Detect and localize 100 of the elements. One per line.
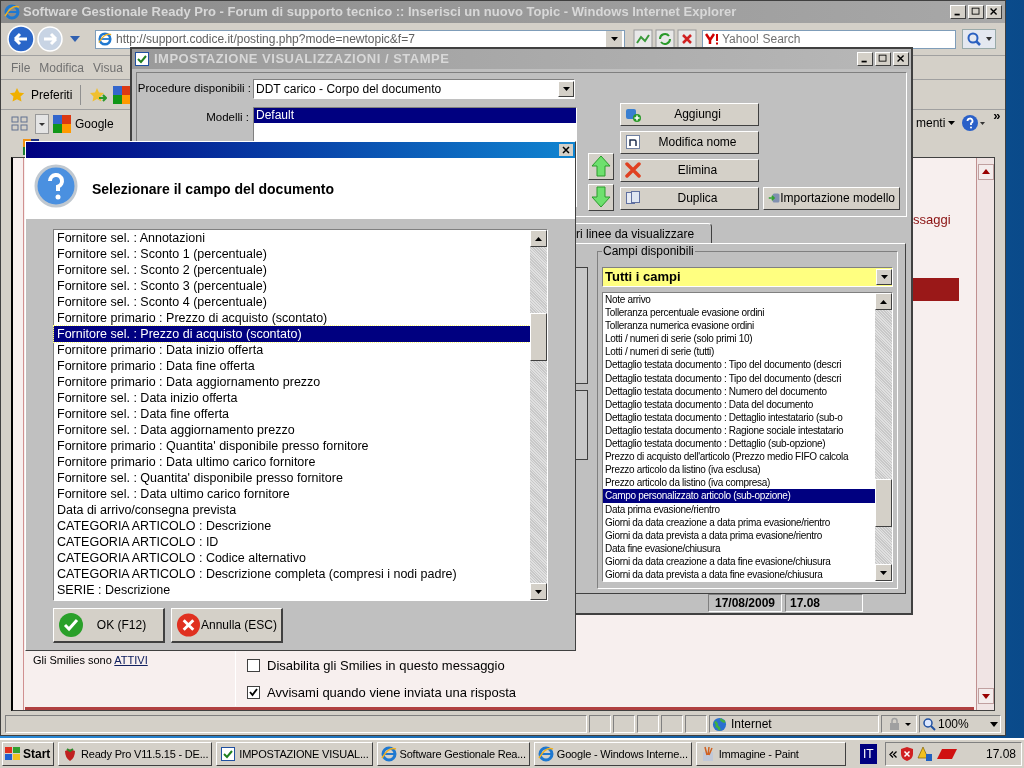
google-icon[interactable] — [113, 85, 132, 104]
field-item[interactable]: Giorni da data prevista a data prima evasione/rientro — [603, 528, 875, 542]
field-item[interactable]: Giorni da data creazione a data prima evasione/rientro — [603, 515, 875, 529]
start-button[interactable]: Start — [2, 742, 54, 766]
list-item[interactable]: Fornitore sel. : Sconto 1 (percentuale) — [54, 246, 530, 262]
scroll-up-button[interactable] — [875, 293, 892, 310]
field-item[interactable]: Tolleranza numerica evasione ordini — [603, 319, 875, 333]
scroll-down-button[interactable] — [875, 564, 892, 581]
action-button[interactable]: Aggiungi — [620, 102, 759, 126]
field-item[interactable]: Note arrivo — [603, 293, 875, 307]
close-icon[interactable] — [893, 51, 909, 66]
address-field[interactable]: http://support.codice.it/posting.php?mode=newtopic&f=7 — [95, 29, 625, 49]
filter-select[interactable]: Tutti i campi — [602, 267, 893, 287]
field-item[interactable]: Dettaglio testata documento : Tipo del documento (descri — [603, 358, 875, 372]
field-item[interactable]: Prezzo articolo da listino (iva compresa) — [603, 476, 875, 490]
tab[interactable]: ri linee da visualizzare — [573, 223, 712, 243]
field-item[interactable]: Lotti / numeri di serie (solo primi 10) — [603, 332, 875, 346]
field-item[interactable]: Giorni da data creazione a data fine evasione/chiusura — [603, 554, 875, 568]
dropdown-button[interactable] — [606, 30, 622, 48]
scroll-down-icon[interactable] — [977, 688, 994, 704]
field-item[interactable]: Dettaglio testata documento : Numero del documento — [603, 384, 875, 398]
taskbar-button[interactable]: Software Gestionale Rea... — [376, 742, 530, 766]
dropdown-button[interactable] — [558, 80, 574, 97]
list-item[interactable]: CATEGORIA ARTICOLO : Descrizione completa (compresi i nodi padre) — [54, 566, 530, 582]
checkbox[interactable] — [247, 685, 260, 699]
action-button[interactable]: Elimina — [620, 158, 759, 182]
smilies-link[interactable]: ATTIVI — [114, 654, 148, 666]
favorites-button[interactable]: Preferiti — [31, 85, 73, 104]
taskbar-button[interactable]: Google - Windows Interne... — [533, 742, 692, 766]
caret-icon[interactable] — [948, 121, 956, 125]
search-field[interactable]: Yahoo! Search — [722, 30, 953, 48]
zoom-icon[interactable] — [922, 717, 936, 731]
double-chevron-icon[interactable] — [888, 750, 897, 758]
field-item[interactable]: Dettaglio testata documento : Data del documento — [603, 397, 875, 411]
scroll-up-button[interactable] — [530, 230, 547, 247]
move-down-button[interactable] — [588, 183, 614, 211]
list-item[interactable]: Fornitore sel. : Data aggiornamento prezzo — [54, 422, 530, 438]
field-item[interactable]: Giorni da data prevista a data fine evasione/chiusura — [603, 567, 875, 582]
field-item[interactable]: Tolleranza percentuale evasione ordini — [603, 306, 875, 320]
graphics-driver-icon[interactable] — [935, 748, 958, 760]
more-chevron[interactable]: » — [993, 106, 1001, 126]
scrollbar[interactable] — [530, 230, 547, 600]
language-indicator[interactable]: IT — [859, 744, 877, 764]
field-item[interactable]: Lotti / numeri di serie (tutti) — [603, 345, 875, 359]
page-scrollbar[interactable] — [976, 158, 994, 710]
field-item[interactable]: Dettaglio testata documento : Dettaglio (sub-opzione) — [603, 437, 875, 451]
field-item[interactable]: Campo personalizzato articolo (sub-opzione) — [603, 489, 875, 503]
document-fields-list[interactable] — [53, 229, 548, 601]
field-item[interactable]: Prezzo di acquisto dell'articolo (Prezzo medio FIFO calcola — [603, 450, 875, 464]
list-item[interactable]: Fornitore primario : Data fine offerta — [54, 358, 530, 374]
refresh-icon[interactable] — [655, 29, 675, 49]
close-icon[interactable] — [986, 5, 1002, 19]
zoom-level[interactable]: 100% — [938, 715, 988, 733]
search-icon[interactable] — [962, 29, 996, 49]
list-item[interactable]: Fornitore sel. : Data fine offerta — [54, 406, 530, 422]
list-item[interactable]: Data di arrivo/consegna prevista — [54, 502, 530, 518]
taskbar-button[interactable]: Ready Pro V11.5.15 - DE... — [58, 742, 213, 766]
action-button[interactable]: Modifica nome — [620, 130, 759, 154]
google-toolbar-label[interactable]: Google — [75, 114, 114, 133]
field-item[interactable]: Dettaglio testata documento : Dettaglio intestatario (sub-o — [603, 410, 875, 424]
scroll-thumb[interactable] — [530, 313, 547, 361]
tools-menu[interactable]: menti — [916, 114, 946, 132]
fields-list[interactable] — [602, 292, 893, 582]
list-item[interactable]: Fornitore sel. : Sconto 4 (percentuale) — [54, 294, 530, 310]
list-item[interactable]: Fornitore sel. : Sconto 2 (percentuale) — [54, 262, 530, 278]
warning-icon[interactable] — [916, 746, 933, 762]
field-item[interactable]: Data fine evasione/chiusura — [603, 541, 875, 555]
list-item[interactable]: Fornitore primario : Data aggiornamento prezzo — [54, 374, 530, 390]
dialog-button[interactable]: Annulla (ESC) — [171, 608, 283, 643]
caret-icon[interactable] — [990, 721, 998, 727]
list-item[interactable]: CATEGORIA ARTICOLO : Descrizione — [54, 518, 530, 534]
shield-icon[interactable] — [899, 746, 914, 762]
list-item[interactable]: Fornitore primario : Prezzo di acquisto (scontato) — [54, 310, 530, 326]
stop-icon[interactable] — [677, 29, 697, 49]
minimize-icon[interactable] — [857, 51, 873, 66]
move-up-button[interactable] — [588, 152, 614, 180]
list-item[interactable]: Fornitore sel. : Prezzo di acquisto (scontato) — [54, 326, 530, 342]
procedure-select[interactable]: DDT carico - Corpo del documento — [253, 78, 575, 99]
minimize-icon[interactable] — [950, 5, 966, 19]
maximize-icon[interactable] — [968, 5, 984, 19]
field-item[interactable]: Dettaglio testata documento : Tipo del documento (descri — [603, 371, 875, 385]
taskbar-button[interactable]: IMPOSTAZIONE VISUAL... — [216, 742, 373, 766]
help-icon[interactable] — [961, 114, 988, 132]
scrollbar[interactable] — [875, 293, 892, 581]
field-item[interactable]: Data prima evasione/rientro — [603, 502, 875, 516]
list-item[interactable]: Fornitore sel. : Annotazioni — [54, 230, 530, 246]
list-item[interactable]: CATEGORIA ARTICOLO : ID — [54, 534, 530, 550]
list-item[interactable]: Fornitore sel. : Data ultimo carico fornitore — [54, 486, 530, 502]
field-item[interactable]: Prezzo articolo da listino (iva esclusa) — [603, 463, 875, 477]
action-button[interactable]: Importazione modello — [763, 186, 900, 210]
list-item[interactable]: Fornitore sel. : Sconto 3 (percentuale) — [54, 278, 530, 294]
back-icon[interactable] — [7, 25, 35, 53]
list-item[interactable]: Fornitore primario : Data ultimo carico fornitore — [54, 454, 530, 470]
scroll-up-icon[interactable] — [977, 164, 994, 180]
close-icon[interactable] — [559, 144, 573, 156]
scroll-down-button[interactable] — [530, 583, 547, 600]
checkbox[interactable] — [247, 659, 260, 673]
list-item[interactable]: Fornitore sel. : Quantita' disponibile presso fornitore — [54, 470, 530, 486]
taskbar-button[interactable]: Immagine - Paint — [695, 742, 846, 766]
dropdown-button[interactable] — [876, 269, 892, 285]
